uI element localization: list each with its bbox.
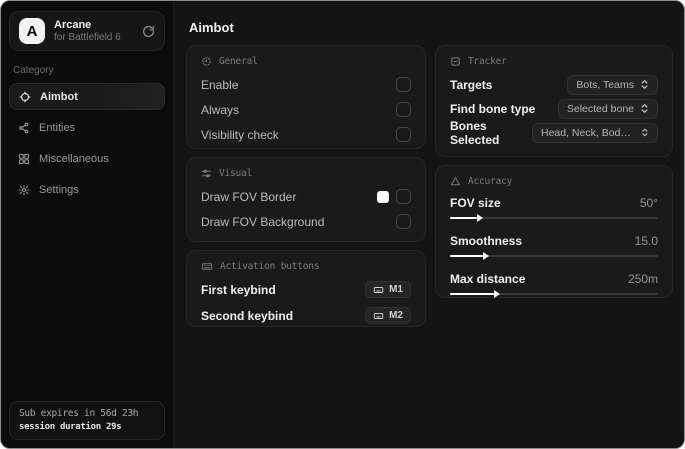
always-checkbox[interactable] (396, 102, 411, 117)
setting-label: Always (201, 102, 240, 117)
app-header-card: A Arcane for Battlefield 6 (9, 11, 165, 51)
draw-fov-background-checkbox[interactable] (396, 214, 411, 229)
setting-row-find-bone-type: Find bone type Selected bone (450, 98, 658, 119)
panel-title: Accuracy (468, 176, 513, 187)
slider-fill (450, 293, 494, 295)
find-bone-type-dropdown[interactable]: Selected bone (557, 98, 658, 119)
setting-label: Max distance (450, 272, 526, 286)
setting-row-first-keybind: First keybind M1 (201, 281, 411, 298)
setting-label: Bones Selected (450, 118, 500, 147)
smoothness-slider[interactable] (450, 251, 658, 261)
fov-border-color-swatch[interactable] (377, 190, 389, 203)
keyboard-icon (373, 312, 384, 319)
dropdown-value: Selected bone (566, 102, 634, 115)
sidebar-item-miscellaneous[interactable]: Miscellaneous (9, 146, 165, 172)
setting-row-bones-selected: Bones Selected Head, Neck, Body, Pe.. (450, 119, 658, 147)
chevron-up-down-icon (641, 80, 648, 89)
sidebar: A Arcane for Battlefield 6 Category Aimb… (1, 1, 174, 448)
panel-accuracy: Accuracy FOV size 50° Smoothness 15.0 Ma… (435, 165, 673, 298)
sidebar-item-entities[interactable]: Entities (9, 115, 165, 141)
grid-icon (18, 153, 30, 165)
chevron-up-down-icon (642, 128, 648, 137)
sidebar-item-aimbot[interactable]: Aimbot (9, 83, 165, 110)
chevron-up-down-icon (641, 104, 648, 113)
crosshair-icon (19, 90, 31, 103)
app-meta: Arcane for Battlefield 6 (54, 19, 133, 43)
enable-checkbox[interactable] (396, 77, 411, 92)
setting-label: First keybind (201, 282, 276, 297)
setting-label: FOV size (450, 196, 501, 210)
keybind-value: M1 (389, 284, 403, 295)
draw-fov-border-checkbox[interactable] (396, 189, 411, 204)
keyboard-icon (201, 263, 213, 270)
sidebar-item-label: Entities (39, 122, 76, 134)
panel-title: General (219, 56, 258, 67)
dropdown-value: Head, Neck, Body, Pe.. (541, 126, 635, 139)
triangle-icon (450, 177, 461, 186)
app-subtitle: for Battlefield 6 (54, 31, 121, 43)
panel-visual: Visual Draw FOV Border Draw FOV Backgrou… (186, 157, 426, 242)
scan-icon (451, 57, 460, 66)
setting-row-draw-fov-background: Draw FOV Background (201, 213, 411, 230)
max-distance-slider[interactable] (450, 289, 658, 299)
sidebar-item-settings[interactable]: Settings (9, 177, 165, 203)
fov-size-setting: FOV size 50° (450, 196, 658, 223)
subscription-card: Sub expires in 56d 23h session duration … (9, 401, 165, 440)
sidebar-item-label: Aimbot (40, 90, 78, 103)
bones-selected-dropdown[interactable]: Head, Neck, Body, Pe.. (532, 122, 658, 143)
slider-fill (450, 217, 478, 219)
setting-label: Visibility check (201, 127, 279, 142)
setting-label: Draw FOV Border (201, 189, 297, 204)
main-content: Aimbot General Enable Always Visibility … (174, 1, 684, 448)
max-distance-setting: Max distance 250m (450, 272, 658, 299)
app-logo: A (19, 18, 45, 44)
crosshair-dashed-icon (202, 57, 211, 66)
nodes-icon (19, 122, 29, 134)
sidebar-item-label: Settings (39, 184, 79, 196)
setting-label: Enable (201, 77, 239, 92)
setting-label: Find bone type (450, 101, 536, 116)
keyboard-icon (373, 286, 384, 293)
setting-row-draw-fov-border: Draw FOV Border (201, 188, 411, 205)
app-name: Arcane (54, 18, 92, 31)
category-label: Category (13, 65, 54, 76)
setting-row-visibility-check: Visibility check (201, 126, 411, 143)
targets-dropdown[interactable]: Bots, Teams (567, 74, 658, 95)
setting-label: Targets (450, 77, 493, 92)
sidebar-item-label: Miscellaneous (39, 153, 109, 165)
second-keybind-button[interactable]: M2 (365, 307, 411, 324)
smoothness-setting: Smoothness 15.0 (450, 234, 658, 261)
sub-expiry-text: Sub expires in 56d 23h (19, 408, 139, 419)
slider-fill (450, 255, 484, 257)
fov-size-slider[interactable] (450, 213, 658, 223)
panel-title: Activation buttons (220, 261, 320, 272)
sync-icon[interactable] (142, 25, 155, 38)
setting-row-targets: Targets Bots, Teams (450, 74, 658, 95)
session-duration-text: session duration 29s (19, 422, 122, 432)
setting-label: Second keybind (201, 308, 294, 323)
page-title: Aimbot (189, 20, 234, 35)
app-window: A Arcane for Battlefield 6 Category Aimb… (0, 0, 685, 449)
keybind-value: M2 (389, 310, 403, 321)
sliders-icon (201, 169, 212, 178)
setting-row-enable: Enable (201, 76, 411, 93)
panel-general: General Enable Always Visibility check (186, 45, 426, 149)
setting-row-always: Always (201, 101, 411, 118)
setting-value: 50° (639, 196, 658, 210)
setting-row-second-keybind: Second keybind M2 (201, 307, 411, 324)
setting-value: 15.0 (634, 234, 658, 248)
setting-value: 250m (627, 272, 658, 286)
setting-label: Smoothness (450, 234, 523, 248)
visibility-check-checkbox[interactable] (396, 127, 411, 142)
panel-activation-buttons: Activation buttons First keybind M1 Seco… (186, 250, 426, 327)
panel-title: Visual (219, 168, 253, 179)
setting-label: Draw FOV Background (201, 214, 325, 229)
gear-icon (18, 184, 30, 196)
panel-title: Tracker (468, 56, 507, 67)
panel-tracker: Tracker Targets Bots, Teams Find bone ty… (435, 45, 673, 157)
first-keybind-button[interactable]: M1 (365, 281, 411, 298)
dropdown-value: Bots, Teams (576, 78, 634, 91)
